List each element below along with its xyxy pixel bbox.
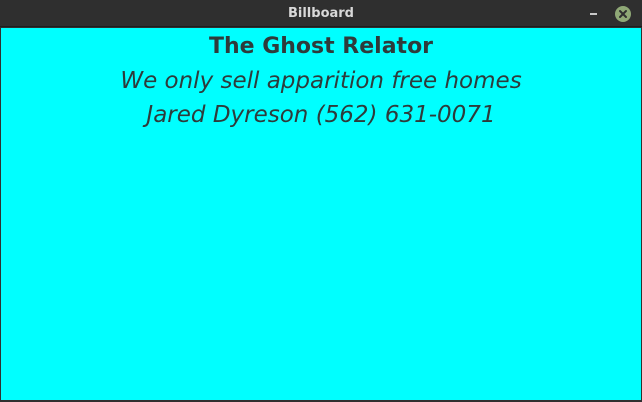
minimize-button[interactable]: [586, 6, 602, 22]
billboard-canvas: The Ghost Relator We only sell apparitio…: [1, 28, 641, 400]
close-icon: [619, 10, 627, 18]
app-window: Billboard The Ghost Relator We only sell…: [0, 0, 642, 402]
minimize-icon: [590, 13, 597, 15]
billboard-headline: The Ghost Relator: [208, 34, 434, 59]
billboard-tagline: We only sell apparition free homes: [120, 68, 522, 94]
title-bar[interactable]: Billboard: [0, 0, 642, 27]
window-title: Billboard: [287, 6, 354, 21]
billboard-contact: Jared Dyreson (562) 631-0071: [146, 102, 496, 128]
close-button[interactable]: [615, 6, 631, 22]
